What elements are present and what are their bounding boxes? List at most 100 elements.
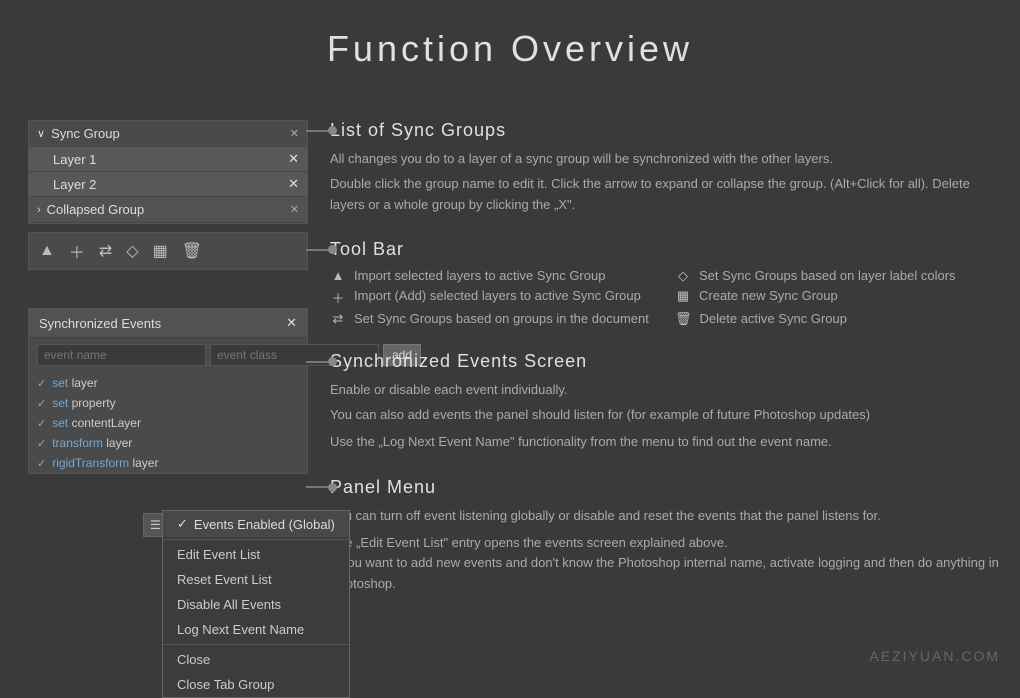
- events-text-1: Enable or disable each event individuall…: [330, 380, 1000, 401]
- menu-item-log[interactable]: Log Next Event Name: [163, 617, 349, 642]
- check-icon: ✓: [37, 397, 46, 410]
- tb-create-icon: ▦: [675, 288, 691, 304]
- check-icon: ✓: [37, 457, 46, 470]
- add-icon[interactable]: ＋: [69, 239, 85, 263]
- menu-divider2: [163, 644, 349, 645]
- menu-item-disable[interactable]: Disable All Events: [163, 592, 349, 617]
- tb-delete-icon: 🗑: [675, 311, 692, 327]
- expand-icon[interactable]: ›: [37, 204, 41, 216]
- watermark: AEZIYUAN.COM: [869, 648, 1000, 664]
- menu-item-close-tab[interactable]: Close Tab Group: [163, 672, 349, 697]
- swap-icon[interactable]: ⇄: [99, 241, 112, 261]
- event-text: transform layer: [52, 436, 132, 450]
- connector-dot: [328, 483, 337, 492]
- tb-label-icon: ◇: [675, 268, 691, 284]
- events-input-row: add: [29, 338, 307, 373]
- event-name-input[interactable]: [37, 344, 206, 366]
- tb-label-text: Set Sync Groups based on layer label col…: [699, 268, 956, 283]
- tb-item-import: ▲ Import selected layers to active Sync …: [330, 268, 655, 284]
- sync-groups-box: ∨ Sync Group ✕ Layer 1 ✕ Layer 2 ✕ › Col…: [28, 120, 308, 224]
- event-text: set property: [52, 396, 115, 410]
- menu-item-reset[interactable]: Reset Event List: [163, 567, 349, 592]
- menu-item-enabled[interactable]: ✓ Events Enabled (Global): [163, 511, 349, 537]
- section-title-panel-menu: Panel Menu: [330, 477, 1000, 498]
- menu-divider: [163, 539, 349, 540]
- check-icon: ✓: [37, 417, 46, 430]
- collapse-icon[interactable]: ∨: [37, 127, 45, 140]
- toolbar-descriptions: ▲ Import selected layers to active Sync …: [330, 268, 1000, 327]
- section-text-1: All changes you do to a layer of a sync …: [330, 149, 1000, 170]
- tb-groups-icon: ⇄: [330, 311, 346, 327]
- section-events: Synchronized Events Screen Enable or dis…: [330, 351, 1000, 452]
- tb-add-text: Import (Add) selected layers to active S…: [354, 288, 641, 303]
- page-title: Function Overview: [0, 0, 1020, 92]
- list-item[interactable]: ✓ set property: [29, 393, 307, 413]
- tb-item-label: ◇ Set Sync Groups based on layer label c…: [675, 268, 1000, 284]
- tb-delete-text: Delete active Sync Group: [700, 311, 847, 326]
- section-panel-menu: Panel Menu You can turn off event listen…: [330, 477, 1000, 595]
- layer2-label: Layer 2: [53, 177, 96, 192]
- check-icon: ✓: [37, 437, 46, 450]
- event-text: set contentLayer: [52, 416, 141, 430]
- list-item[interactable]: ✓ rigidTransform layer: [29, 453, 307, 473]
- tb-item-add: ＋ Import (Add) selected layers to active…: [330, 288, 655, 307]
- tb-import-text: Import selected layers to active Sync Gr…: [354, 268, 605, 283]
- tb-create-text: Create new Sync Group: [699, 288, 838, 303]
- layer1-row[interactable]: Layer 1 ✕: [29, 147, 307, 172]
- sync-group-row[interactable]: ∨ Sync Group ✕: [29, 121, 307, 147]
- connector-line: [306, 486, 328, 488]
- panel-menu-text-1: You can turn off event listening globall…: [330, 506, 1000, 527]
- collapsed-group-close[interactable]: ✕: [290, 203, 299, 216]
- right-content: List of Sync Groups All changes you do t…: [330, 120, 1000, 660]
- layer2-row[interactable]: Layer 2 ✕: [29, 172, 307, 197]
- connector-line: [306, 249, 328, 251]
- section-title-toolbar: Tool Bar: [330, 239, 1000, 260]
- tb-item-groups: ⇄ Set Sync Groups based on groups in the…: [330, 311, 655, 327]
- panel-menu-text-2: The „Edit Event List" entry opens the ev…: [330, 533, 1000, 595]
- layer2-close[interactable]: ✕: [288, 176, 299, 192]
- checkmark-icon: ✓: [177, 516, 188, 532]
- sync-group-close[interactable]: ✕: [290, 127, 299, 140]
- events-header: Synchronized Events ✕: [29, 309, 307, 338]
- import-icon[interactable]: ▲: [39, 242, 55, 260]
- events-title: Synchronized Events: [39, 316, 161, 331]
- menu-item-label: Events Enabled (Global): [194, 517, 335, 532]
- section-toolbar: Tool Bar ▲ Import selected layers to act…: [330, 239, 1000, 327]
- dropdown-menu: ✓ Events Enabled (Global) Edit Event Lis…: [162, 510, 350, 698]
- label-icon[interactable]: ◇: [126, 241, 138, 261]
- folder-icon[interactable]: ▦: [153, 241, 168, 261]
- layer1-label: Layer 1: [53, 152, 96, 167]
- toolbar-bar: ▲ ＋ ⇄ ◇ ▦ 🗑: [28, 232, 308, 270]
- event-text: set layer: [52, 376, 97, 390]
- tb-import-icon: ▲: [330, 268, 346, 283]
- tb-item-delete: 🗑 Delete active Sync Group: [675, 311, 1000, 327]
- section-text-2: Double click the group name to edit it. …: [330, 174, 1000, 216]
- connector-line: [306, 130, 328, 132]
- menu-item-close[interactable]: Close: [163, 647, 349, 672]
- section-title-events: Synchronized Events Screen: [330, 351, 1000, 372]
- connector-line: [306, 361, 328, 363]
- events-text-2: You can also add events the panel should…: [330, 405, 1000, 426]
- left-panel: ∨ Sync Group ✕ Layer 1 ✕ Layer 2 ✕ › Col…: [28, 120, 308, 282]
- list-item[interactable]: ✓ set contentLayer: [29, 413, 307, 433]
- menu-item-edit[interactable]: Edit Event List: [163, 542, 349, 567]
- delete-icon[interactable]: 🗑: [182, 241, 202, 261]
- connector-4: [306, 483, 337, 492]
- list-item[interactable]: ✓ set layer: [29, 373, 307, 393]
- connector-dot: [328, 126, 337, 135]
- connector-2: [306, 245, 337, 254]
- check-icon: ✓: [37, 377, 46, 390]
- list-item[interactable]: ✓ transform layer: [29, 433, 307, 453]
- events-close[interactable]: ✕: [286, 315, 297, 331]
- tb-groups-text: Set Sync Groups based on groups in the d…: [354, 311, 649, 326]
- connector-3: [306, 357, 337, 366]
- connector-dot: [328, 245, 337, 254]
- events-list: ✓ set layer ✓ set property ✓ set content…: [29, 373, 307, 473]
- layer1-close[interactable]: ✕: [288, 151, 299, 167]
- tb-item-create: ▦ Create new Sync Group: [675, 288, 1000, 307]
- events-text-3: Use the „Log Next Event Name" functional…: [330, 432, 1000, 453]
- collapsed-group-row[interactable]: › Collapsed Group ✕: [29, 197, 307, 223]
- connector-dot: [328, 357, 337, 366]
- sync-group-label: Sync Group: [51, 126, 120, 141]
- section-title-sync-groups: List of Sync Groups: [330, 120, 1000, 141]
